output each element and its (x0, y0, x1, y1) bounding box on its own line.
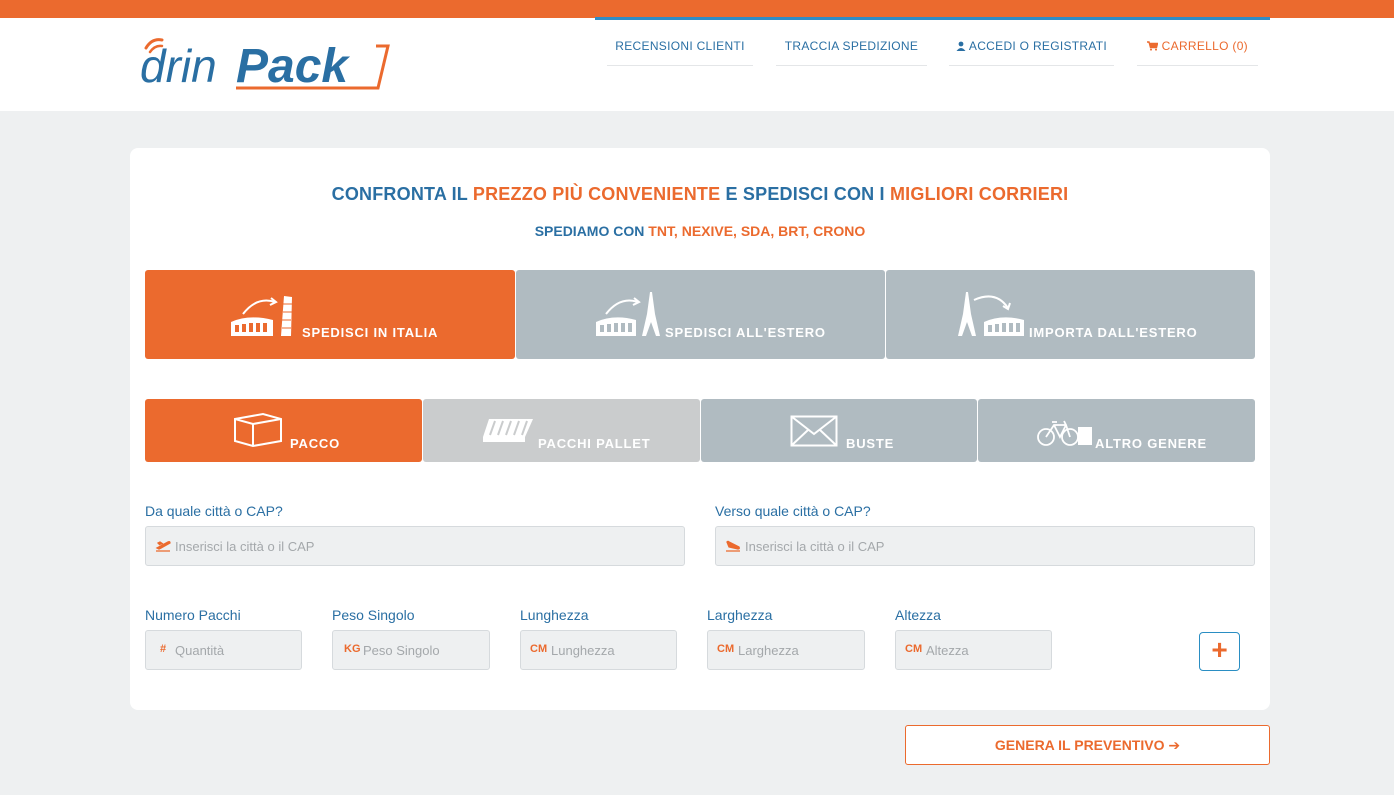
colosseum-eiffel-icon (596, 292, 660, 336)
nav-login-label: ACCEDI O REGISTRATI (968, 39, 1108, 53)
tab-ship-abroad[interactable]: SPEDISCI ALL'ESTERO (516, 270, 885, 359)
nav-track[interactable]: TRACCIA SPEDIZIONE (776, 26, 927, 66)
quote-form-card: CONFRONTA IL PREZZO PIÙ CONVENIENTE E SP… (130, 148, 1270, 710)
top-accent-bar (0, 0, 1394, 18)
quantity-input[interactable] (175, 631, 295, 669)
headline-part1: CONFRONTA IL (331, 184, 473, 204)
tab-package-other[interactable]: ALTRO GENERE (978, 399, 1255, 462)
length-input[interactable] (551, 631, 671, 669)
tab-import-abroad-label: IMPORTA DALL'ESTERO (1029, 325, 1198, 340)
height-input[interactable] (926, 631, 1046, 669)
plane-takeoff-icon (155, 541, 171, 552)
width-field: CM (707, 630, 865, 670)
eiffel-colosseum-icon (958, 292, 1024, 336)
headline-part2: PREZZO PIÙ CONVENIENTE (472, 184, 721, 204)
length-field: CM (520, 630, 677, 670)
tab-package-pallet-label: PACCHI PALLET (538, 436, 651, 451)
width-input[interactable] (738, 631, 858, 669)
cart-icon (1147, 41, 1159, 51)
tab-package-envelope[interactable]: BUSTE (701, 399, 977, 462)
headline-part4: MIGLIORI CORRIERI (889, 184, 1069, 204)
length-label: Lunghezza (520, 607, 589, 623)
subline-carriers: TNT, NEXIVE, SDA, BRT, CRONO (648, 223, 866, 239)
origin-label: Da quale città o CAP? (145, 503, 283, 519)
origin-input[interactable] (175, 527, 675, 565)
add-package-button[interactable]: + (1199, 632, 1240, 671)
carriers-subline: SPEDIAMO CON TNT, NEXIVE, SDA, BRT, CRON… (130, 223, 1270, 239)
nav-accent-line (595, 17, 1270, 20)
headline-part3: E SPEDISCI CON I (720, 184, 890, 204)
subline-part1: SPEDIAMO CON (534, 223, 649, 239)
height-label: Altezza (895, 607, 941, 623)
box-icon (234, 412, 282, 447)
origin-field (145, 526, 685, 566)
length-prefix: CM (530, 643, 548, 655)
tab-package-pallet[interactable]: PACCHI PALLET (423, 399, 700, 462)
nav-login[interactable]: ACCEDI O REGISTRATI (949, 26, 1114, 66)
destination-field (715, 526, 1255, 566)
destination-input[interactable] (745, 527, 1245, 565)
logo-text-pack: Pack (236, 40, 350, 93)
destination-label: Verso quale città o CAP? (715, 503, 871, 519)
tab-package-envelope-label: BUSTE (846, 436, 895, 451)
width-prefix: CM (717, 643, 735, 655)
quantity-label: Numero Pacchi (145, 607, 241, 623)
quantity-field: # (145, 630, 302, 670)
tab-package-other-label: ALTRO GENERE (1095, 436, 1207, 451)
logo-text-drin: drin (140, 40, 217, 92)
colosseum-pisa-icon (231, 296, 292, 336)
drinpack-logo[interactable]: drin Pack (140, 30, 392, 94)
nav-reviews[interactable]: RECENSIONI CLIENTI (607, 26, 753, 66)
bicycle-icon (1037, 420, 1092, 446)
weight-input[interactable] (363, 631, 483, 669)
weight-field: KG (332, 630, 490, 670)
nav-cart-label: CARRELLO (0) (1161, 39, 1248, 53)
tab-package-box[interactable]: PACCO (145, 399, 422, 462)
nav-reviews-label: RECENSIONI CLIENTI (615, 39, 745, 53)
pallet-icon (483, 419, 533, 442)
quantity-prefix: # (160, 643, 167, 655)
height-field: CM (895, 630, 1052, 670)
tab-import-abroad[interactable]: IMPORTA DALL'ESTERO (886, 270, 1255, 359)
weight-prefix: KG (344, 643, 361, 655)
plane-landing-icon (726, 540, 740, 552)
width-label: Larghezza (707, 607, 773, 623)
nav-track-label: TRACCIA SPEDIZIONE (784, 39, 919, 53)
envelope-icon (790, 415, 838, 447)
plus-icon: + (1211, 634, 1228, 665)
page-headline: CONFRONTA IL PREZZO PIÙ CONVENIENTE E SP… (130, 184, 1270, 205)
generate-quote-button[interactable]: GENERA IL PREVENTIVO ➔ (905, 725, 1270, 765)
weight-label: Peso Singolo (332, 607, 415, 623)
tab-ship-abroad-label: SPEDISCI ALL'ESTERO (665, 325, 826, 340)
generate-quote-label: GENERA IL PREVENTIVO ➔ (994, 737, 1181, 753)
user-icon (956, 41, 966, 51)
nav-cart[interactable]: CARRELLO (0) (1137, 26, 1258, 66)
tab-package-box-label: PACCO (290, 436, 340, 451)
height-prefix: CM (905, 643, 923, 655)
tab-ship-italy-label: SPEDISCI IN ITALIA (302, 325, 439, 340)
tab-ship-italy[interactable]: SPEDISCI IN ITALIA (145, 270, 515, 359)
